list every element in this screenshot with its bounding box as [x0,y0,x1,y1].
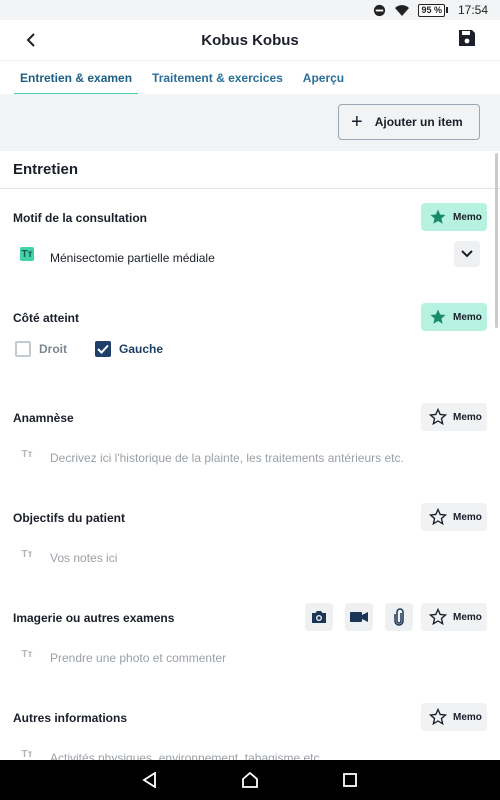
page-title: Kobus Kobus [201,31,299,49]
chevron-left-icon [26,33,35,47]
imagerie-input[interactable]: Prendre une photo et commenter [50,651,226,665]
section-title: Entretien [0,151,500,189]
tab-traitement-exercices[interactable]: Traitement & exercices [146,61,289,95]
motif-value[interactable]: Ménisectomie partielle médiale [50,251,215,265]
status-bar: 95 % 17:54 [0,0,500,20]
field-label: Anamnèse [13,411,74,425]
memo-label: Memo [453,311,482,323]
field-autres: Autres informations Memo Tт Activités ph… [0,689,500,760]
memo-button[interactable]: Memo [421,303,487,331]
anamnese-input[interactable]: Decrivez ici l'historique de la plainte,… [50,451,404,465]
checkbox-label: Droit [39,342,67,356]
camera-icon [312,611,326,623]
tab-apercu[interactable]: Aperçu [297,61,350,95]
side-options: Droit Gauche [15,341,163,357]
star-outline-icon [429,508,447,526]
video-camera-icon [350,612,368,622]
back-button[interactable] [18,28,44,52]
star-outline-icon [429,608,447,626]
star-outline-icon [429,408,447,426]
checkbox-checked-icon [95,341,111,357]
memo-button[interactable]: Memo [421,703,487,731]
attach-button[interactable] [385,603,413,631]
triangle-back-icon [142,772,156,788]
field-label: Autres informations [13,711,128,725]
field-anamnese: Anamnèse Memo Tт Decrivez ici l'historiq… [0,389,500,489]
toolbar: + Ajouter un item [0,94,500,151]
checkbox-empty-icon [15,341,31,357]
add-item-button[interactable]: + Ajouter un item [338,104,480,140]
square-recents-icon [343,773,357,787]
tab-entretien-examen[interactable]: Entretien & examen [14,61,139,95]
dropdown-button[interactable] [454,241,480,267]
plus-icon: + [351,111,363,133]
form-content: Entretien Motif de la consultation Memo … [0,151,500,760]
memo-label: Memo [453,211,482,223]
field-label: Imagerie ou autres examens [13,611,175,625]
add-item-label: Ajouter un item [374,115,463,129]
memo-button[interactable]: Memo [421,403,487,431]
memo-label: Memo [453,511,482,523]
text-format-icon: Tт [21,448,33,460]
star-filled-icon [430,209,446,224]
video-button[interactable] [345,603,373,631]
chevron-down-icon [461,250,473,258]
checkbox-label: Gauche [119,342,164,356]
field-imagerie: Imagerie ou autres examens Memo Tт Prend… [0,589,500,689]
do-not-disturb-icon [373,4,386,17]
save-icon [459,30,475,46]
checkbox-droit[interactable]: Droit [15,341,67,357]
autres-input[interactable]: Activités physiques, environnement, taba… [50,751,323,760]
save-button[interactable] [458,29,480,51]
system-nav-bar [0,760,500,800]
text-format-icon: Tт [20,247,34,261]
home-icon [242,772,258,788]
nav-back-button[interactable] [138,768,162,792]
objectifs-input[interactable]: Vos notes ici [50,551,117,565]
memo-button[interactable]: Memo [421,603,487,631]
nav-home-button[interactable] [238,768,262,792]
nav-recents-button[interactable] [338,768,362,792]
field-cote: Côté atteint Memo Droit Gauche [0,289,500,389]
field-label: Objectifs du patient [13,511,126,525]
battery-level: 95 % [418,3,445,17]
field-objectifs: Objectifs du patient Memo Tт Vos notes i… [0,489,500,589]
star-filled-icon [430,309,446,324]
field-label: Côté atteint [13,311,79,325]
text-format-icon: Tт [21,748,33,760]
text-format-icon: Tт [21,648,33,660]
field-label: Motif de la consultation [13,211,147,225]
battery-icon: 95 % [418,3,448,17]
paperclip-icon [394,608,404,626]
tab-bar: Entretien & examen Traitement & exercice… [0,60,500,95]
memo-label: Memo [453,611,482,623]
checkbox-gauche[interactable]: Gauche [95,341,163,357]
clock: 17:54 [457,3,488,17]
memo-label: Memo [453,411,482,423]
text-format-icon: Tт [21,548,33,560]
wifi-icon [394,4,410,17]
app-bar: Kobus Kobus [0,20,500,60]
star-outline-icon [429,708,447,726]
memo-button[interactable]: Memo [421,203,487,231]
memo-button[interactable]: Memo [421,503,487,531]
camera-button[interactable] [305,603,333,631]
field-motif: Motif de la consultation Memo Tт Ménisec… [0,189,500,289]
memo-label: Memo [453,711,482,723]
